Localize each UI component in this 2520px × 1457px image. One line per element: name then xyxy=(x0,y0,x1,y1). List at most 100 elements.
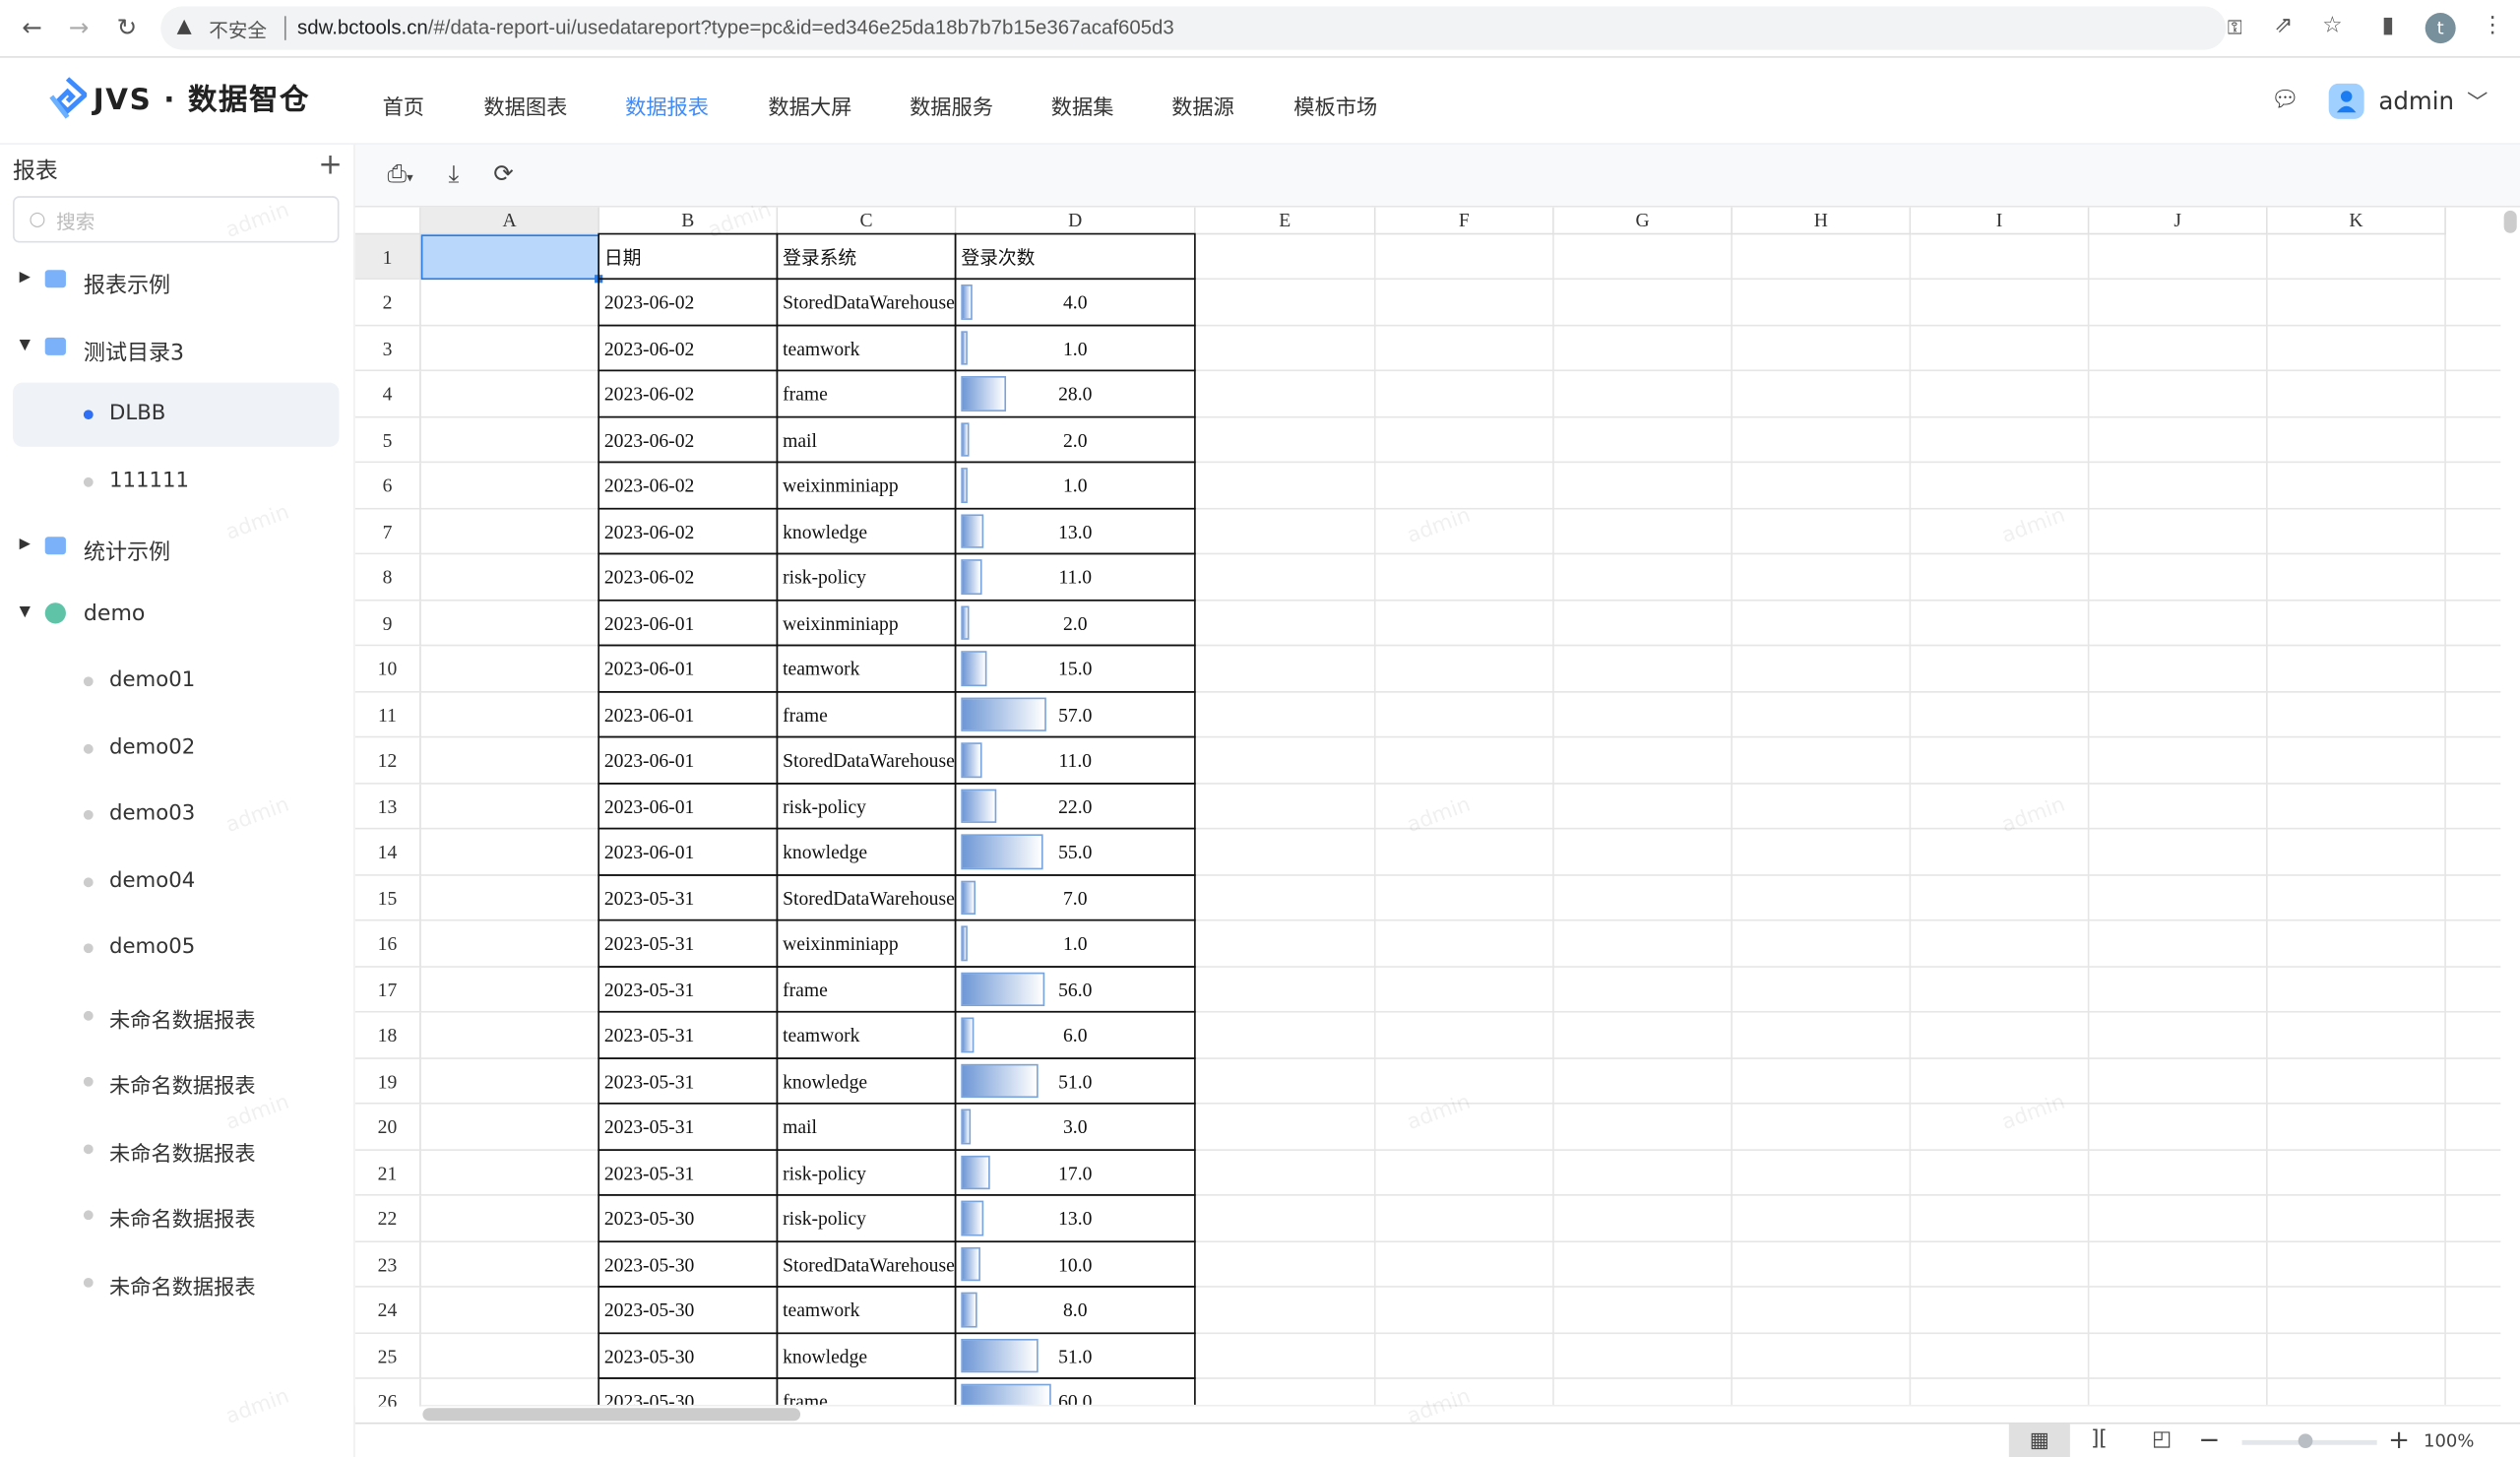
date-cell[interactable]: 2023-06-01 xyxy=(598,690,779,738)
tree-item[interactable]: demo02 xyxy=(13,716,339,780)
row-header[interactable]: 8 xyxy=(354,554,421,601)
nav-item[interactable]: 首页 xyxy=(383,90,424,120)
download-icon[interactable]: ⤓ xyxy=(449,159,460,188)
date-cell[interactable]: 2023-05-31 xyxy=(598,965,779,1013)
tree-item[interactable]: demo04 xyxy=(13,850,339,914)
date-cell[interactable]: 2023-05-31 xyxy=(598,1102,779,1151)
header-cell[interactable]: 登录次数 xyxy=(954,232,1196,281)
zoom-out-icon[interactable]: − xyxy=(2198,1425,2220,1455)
row-header[interactable]: 23 xyxy=(354,1241,421,1288)
system-cell[interactable]: knowledge xyxy=(776,1331,957,1379)
profile-avatar[interactable]: t xyxy=(2425,13,2456,44)
date-cell[interactable]: 2023-05-31 xyxy=(598,1056,779,1105)
date-cell[interactable]: 2023-05-30 xyxy=(598,1239,779,1288)
vertical-scroll-thumb[interactable] xyxy=(2503,210,2517,233)
vertical-scrollbar[interactable] xyxy=(2500,207,2520,1407)
row-header[interactable]: 5 xyxy=(354,416,421,464)
more-icon[interactable]: ⋮ xyxy=(2482,13,2504,38)
system-cell[interactable]: risk-policy xyxy=(776,552,957,601)
add-icon[interactable]: + xyxy=(318,148,343,181)
share-icon[interactable]: ⇗ xyxy=(2274,13,2293,38)
system-cell[interactable]: weixinminiapp xyxy=(776,461,957,509)
system-cell[interactable]: StoredDataWarehouse xyxy=(776,735,957,784)
tree-item[interactable]: demo05 xyxy=(13,917,339,981)
row-header[interactable]: 3 xyxy=(354,325,421,372)
column-header[interactable]: I xyxy=(1911,207,2090,235)
url-text[interactable]: sdw.bctools.cn/#/data-report-ui/usedatar… xyxy=(297,16,1174,38)
column-header[interactable]: E xyxy=(1195,207,1376,235)
system-cell[interactable]: mail xyxy=(776,415,957,464)
count-cell[interactable]: 28.0 xyxy=(954,369,1196,417)
tree-item[interactable]: 未命名数据报表 xyxy=(13,982,339,1046)
date-cell[interactable]: 2023-06-01 xyxy=(598,644,779,692)
caret-right-icon[interactable]: ▶ xyxy=(20,270,31,285)
count-cell[interactable]: 51.0 xyxy=(954,1331,1196,1379)
row-header[interactable]: 14 xyxy=(354,829,421,875)
column-header[interactable]: F xyxy=(1375,207,1554,235)
caret-down-icon[interactable]: ▼ xyxy=(20,603,31,619)
tree-item[interactable]: ▶ 统计示例 xyxy=(13,516,339,580)
tree-item[interactable]: ▼ demo xyxy=(13,583,339,647)
corner-cell[interactable] xyxy=(354,207,421,235)
system-cell[interactable]: StoredDataWarehouse xyxy=(776,1239,957,1288)
nav-item[interactable]: 数据源 xyxy=(1171,90,1234,120)
date-cell[interactable]: 2023-06-01 xyxy=(598,782,779,830)
forward-icon[interactable]: → xyxy=(64,13,93,41)
count-cell[interactable]: 2.0 xyxy=(954,599,1196,647)
count-cell[interactable]: 51.0 xyxy=(954,1056,1196,1105)
system-cell[interactable]: frame xyxy=(776,369,957,417)
refresh-icon[interactable]: ⟳ xyxy=(493,159,514,188)
row-header[interactable]: 2 xyxy=(354,280,421,326)
header-cell[interactable]: 登录系统 xyxy=(776,232,957,281)
column-header[interactable]: A xyxy=(420,207,599,235)
row-header[interactable]: 12 xyxy=(354,737,421,784)
count-cell[interactable]: 3.0 xyxy=(954,1102,1196,1151)
count-cell[interactable]: 6.0 xyxy=(954,1010,1196,1059)
horizontal-scroll-thumb[interactable] xyxy=(422,1408,801,1422)
row-header[interactable]: 22 xyxy=(354,1195,421,1242)
tree-item[interactable]: 111111 xyxy=(13,449,339,513)
date-cell[interactable]: 2023-05-31 xyxy=(598,1010,779,1059)
date-cell[interactable]: 2023-06-01 xyxy=(598,735,779,784)
count-cell[interactable]: 1.0 xyxy=(954,461,1196,509)
row-header[interactable]: 19 xyxy=(354,1058,421,1105)
row-header[interactable]: 20 xyxy=(354,1104,421,1151)
date-cell[interactable]: 2023-06-02 xyxy=(598,369,779,417)
system-cell[interactable]: teamwork xyxy=(776,644,957,692)
date-cell[interactable]: 2023-05-30 xyxy=(598,1286,779,1334)
tree-item[interactable]: 未命名数据报表 xyxy=(13,1116,339,1180)
tree-item[interactable]: 未命名数据报表 xyxy=(13,1049,339,1113)
zoom-in-icon[interactable]: + xyxy=(2388,1425,2410,1455)
row-header[interactable]: 21 xyxy=(354,1150,421,1196)
count-cell[interactable]: 13.0 xyxy=(954,1194,1196,1242)
system-cell[interactable]: weixinminiapp xyxy=(776,599,957,647)
system-cell[interactable]: knowledge xyxy=(776,827,957,875)
system-cell[interactable]: risk-policy xyxy=(776,782,957,830)
system-cell[interactable]: teamwork xyxy=(776,1010,957,1059)
count-cell[interactable]: 17.0 xyxy=(954,1148,1196,1196)
system-cell[interactable]: frame xyxy=(776,690,957,738)
user-avatar[interactable] xyxy=(2328,83,2364,119)
column-header[interactable]: D xyxy=(956,207,1196,235)
system-cell[interactable]: weixinminiapp xyxy=(776,919,957,968)
search-input[interactable]: ○ 搜索 xyxy=(13,196,340,243)
row-header[interactable]: 9 xyxy=(354,600,421,647)
count-cell[interactable]: 55.0 xyxy=(954,827,1196,875)
count-cell[interactable]: 15.0 xyxy=(954,644,1196,692)
system-cell[interactable]: mail xyxy=(776,1102,957,1151)
tree-item[interactable]: ▼ 测试目录3 xyxy=(13,316,339,380)
system-cell[interactable]: risk-policy xyxy=(776,1194,957,1242)
row-header[interactable]: 15 xyxy=(354,874,421,921)
star-icon[interactable]: ☆ xyxy=(2322,13,2343,38)
system-cell[interactable]: knowledge xyxy=(776,507,957,555)
column-header[interactable]: H xyxy=(1732,207,1912,235)
sidepanel-icon[interactable]: ▮ xyxy=(2382,13,2395,38)
date-cell[interactable]: 2023-05-30 xyxy=(598,1194,779,1242)
row-header[interactable]: 18 xyxy=(354,1012,421,1059)
column-header[interactable]: B xyxy=(598,207,779,235)
date-cell[interactable]: 2023-06-02 xyxy=(598,507,779,555)
row-header[interactable]: 26 xyxy=(354,1378,421,1407)
count-cell[interactable]: 4.0 xyxy=(954,278,1196,326)
column-header[interactable]: J xyxy=(2089,207,2268,235)
date-cell[interactable]: 2023-06-02 xyxy=(598,415,779,464)
